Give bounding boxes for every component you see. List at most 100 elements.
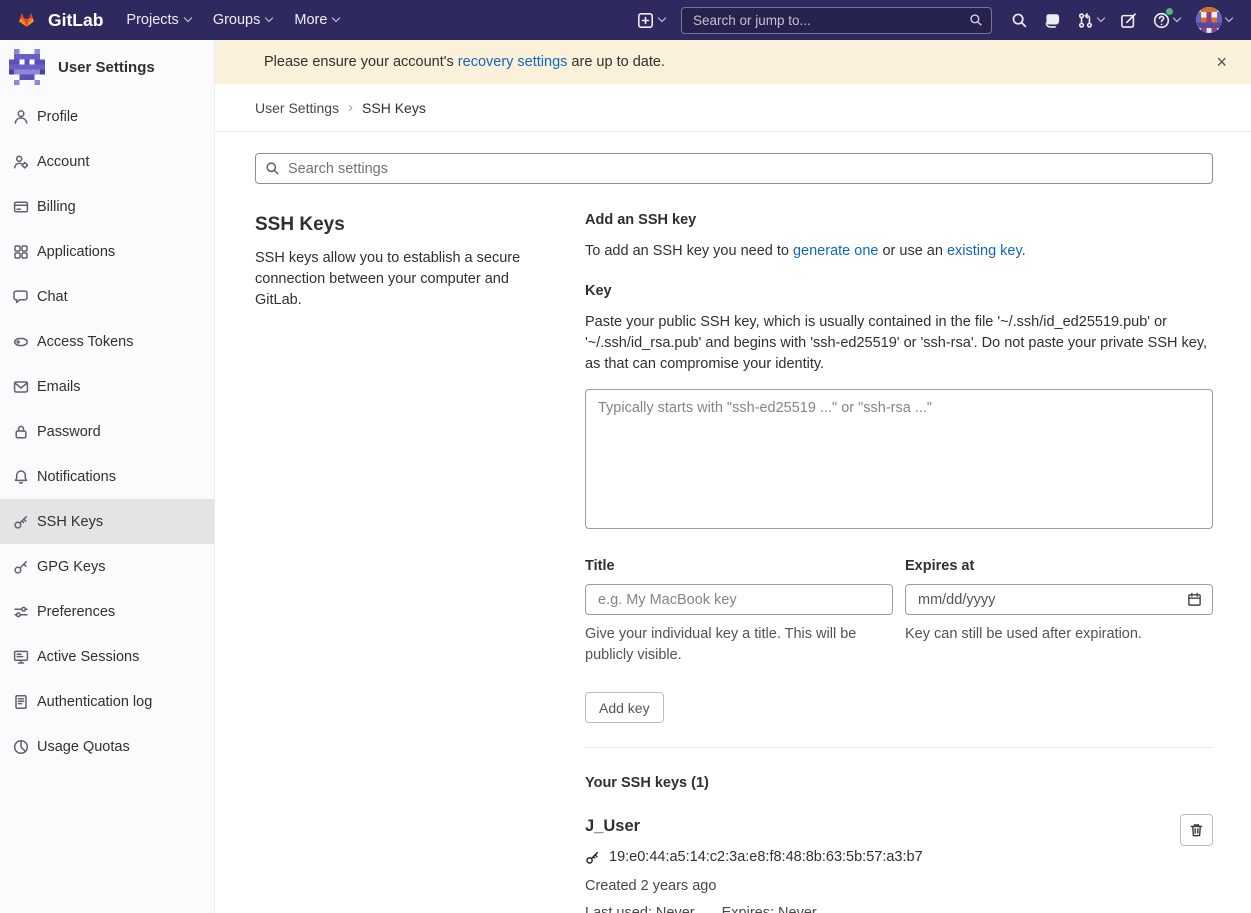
sidebar-item-account[interactable]: Account [0,139,214,184]
alert-dismiss-button[interactable]: × [1208,51,1235,73]
merge-requests-menu[interactable] [1072,8,1109,33]
sidebar-item-label: GPG Keys [37,559,106,575]
nav-projects-label: Projects [126,12,178,28]
breadcrumb: User Settings › SSH Keys [215,84,1251,132]
help-menu[interactable] [1148,8,1185,33]
ssh-key-usage: Last used: Never Expires: Never [585,905,1163,913]
sidebar-item-notifications[interactable]: Notifications [0,454,214,499]
merge-request-icon [1077,12,1094,29]
chevron-down-icon [265,14,273,22]
sidebar-nav: Profile Account Billing Applications Cha… [0,94,214,769]
ssh-key-last-used: Last used: Never [585,905,695,913]
sidebar-item-label: Billing [37,199,76,215]
global-search [681,7,992,34]
chevron-down-icon [184,14,192,22]
sidebar-item-usage-quotas[interactable]: Usage Quotas [0,724,214,769]
chevron-down-icon [1097,14,1105,22]
user-menu[interactable] [1191,3,1237,37]
search-button[interactable] [1006,8,1033,33]
usage-quotas-icon [13,739,29,755]
ssh-key-created: Created 2 years ago [585,878,1163,894]
issues-icon [1044,12,1061,29]
sidebar-item-label: Emails [37,379,81,395]
sidebar-item-label: Account [37,154,89,170]
sidebar-item-label: Password [37,424,101,440]
title-help-text: Give your individual key a title. This w… [585,624,893,666]
sidebar-item-billing[interactable]: Billing [0,184,214,229]
account-icon [13,154,29,170]
sidebar-item-preferences[interactable]: Preferences [0,589,214,634]
sidebar-item-active-sessions[interactable]: Active Sessions [0,634,214,679]
sidebar-item-emails[interactable]: Emails [0,364,214,409]
sidebar-item-ssh-keys[interactable]: SSH Keys [0,499,214,544]
sidebar-item-authentication-log[interactable]: Authentication log [0,679,214,724]
add-ssh-key-intro: To add an SSH key you need to generate o… [585,241,1213,261]
page-description: SSH keys allow you to establish a secure… [255,248,549,311]
breadcrumb-user-settings[interactable]: User Settings [255,100,339,116]
settings-sidebar: User Settings Profile Account Billing Ap… [0,40,215,913]
search-icon [265,161,280,176]
sidebar-item-applications[interactable]: Applications [0,229,214,274]
notifications-icon [13,469,29,485]
ssh-key-list-item: J_User 19:e0:44:a5:14:c2:3a:e8:f8:48:8b:… [585,817,1213,913]
expires-at-date-input[interactable]: mm/dd/yyyy [905,584,1213,615]
user-avatar [9,49,45,85]
billing-icon [13,199,29,215]
ssh-key-expires: Expires: Never [722,905,817,913]
chevron-down-icon [658,14,666,22]
intro-text: . [1022,243,1026,259]
title-field-group: Title Give your individual key a title. … [585,558,893,666]
your-ssh-keys-heading: Your SSH keys (1) [585,775,1213,791]
trash-icon [1189,822,1204,838]
expires-at-label: Expires at [905,558,1213,574]
ssh-keys-icon [13,514,29,530]
nav-projects-menu[interactable]: Projects [115,0,201,40]
recovery-settings-alert: Please ensure your account's recovery se… [215,40,1251,84]
nav-more-menu[interactable]: More [283,0,350,40]
sidebar-item-profile[interactable]: Profile [0,94,214,139]
intro-text: or use an [878,243,947,259]
active-sessions-icon [13,649,29,665]
sidebar-item-gpg-keys[interactable]: GPG Keys [0,544,214,589]
ssh-key-fingerprint: 19:e0:44:a5:14:c2:3a:e8:f8:48:8b:63:5b:5… [609,849,923,865]
new-item-menu[interactable] [637,12,665,29]
delete-key-button[interactable] [1180,814,1213,846]
key-label: Key [585,283,1213,299]
chevron-down-icon [1225,14,1233,22]
generate-one-link[interactable]: generate one [793,243,878,259]
intro-text: To add an SSH key you need to [585,243,793,259]
existing-key-link[interactable]: existing key [947,243,1022,259]
issues-button[interactable] [1039,8,1066,33]
sidebar-item-access-tokens[interactable]: Access Tokens [0,319,214,364]
search-icon [969,13,983,27]
todos-button[interactable] [1115,8,1142,33]
sidebar-item-label: Applications [37,244,115,260]
recovery-settings-link[interactable]: recovery settings [458,54,568,70]
breadcrumb-ssh-keys[interactable]: SSH Keys [362,100,426,116]
search-icon [1011,12,1028,29]
password-icon [13,424,29,440]
sidebar-item-label: Profile [37,109,78,125]
ssh-key-textarea[interactable] [585,389,1213,529]
sidebar-item-label: Usage Quotas [37,739,130,755]
sidebar-item-password[interactable]: Password [0,409,214,454]
nav-groups-menu[interactable]: Groups [202,0,284,40]
sidebar-item-chat[interactable]: Chat [0,274,214,319]
sidebar-item-label: Access Tokens [37,334,133,350]
chevron-down-icon [332,14,340,22]
notification-dot [1166,8,1173,15]
title-input[interactable] [585,584,893,615]
date-placeholder: mm/dd/yyyy [918,592,995,608]
alert-text-before: Please ensure your account's [264,54,458,70]
expires-field-group: Expires at mm/dd/yyyy Key can still be u… [905,558,1213,666]
global-search-input[interactable] [681,7,992,34]
ssh-keys-form-panel: Add an SSH key To add an SSH key you nee… [585,210,1213,913]
gitlab-home-link[interactable]: GitLab [14,8,103,32]
settings-content: SSH Keys SSH keys allow you to establish… [215,132,1251,913]
emails-icon [13,379,29,395]
add-key-button[interactable]: Add key [585,692,664,723]
settings-search-input[interactable] [255,153,1213,184]
nav-groups-label: Groups [213,12,261,28]
brand-name: GitLab [48,10,103,31]
add-ssh-key-heading: Add an SSH key [585,212,1213,228]
